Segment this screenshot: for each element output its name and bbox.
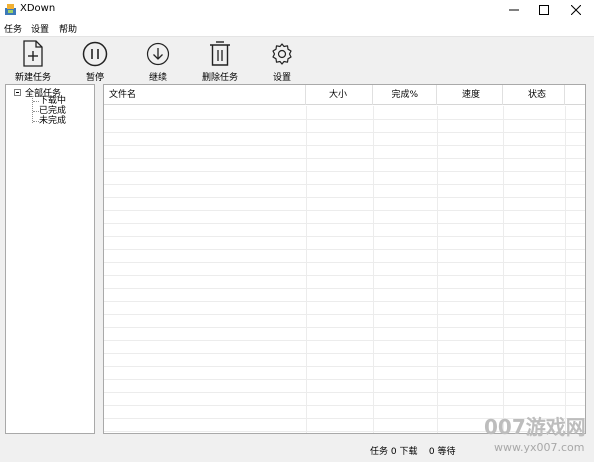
- grid-line: [104, 158, 585, 159]
- gear-icon: [268, 39, 296, 68]
- download-circle-icon: [144, 39, 172, 68]
- grid-line: [104, 327, 585, 328]
- list-rows: [104, 106, 585, 433]
- maximize-button[interactable]: [526, 0, 562, 19]
- settings-label: 设置: [272, 73, 291, 83]
- column-header-filename[interactable]: 文件名: [104, 85, 306, 105]
- new-task-label: 新建任务: [14, 73, 51, 83]
- grid-line: [104, 301, 585, 302]
- grid-line: [104, 119, 585, 120]
- task-list: 文件名 大小 完成% 速度 状态: [103, 84, 586, 434]
- menu-bar: 任务 设置 帮助: [0, 19, 594, 36]
- pause-label: 暂停: [85, 73, 104, 83]
- column-header-speed[interactable]: 速度: [437, 85, 503, 105]
- status-text: 任务 0 下载 0 等待: [370, 447, 456, 457]
- tree-item-completed[interactable]: 已完成: [39, 106, 66, 116]
- close-button[interactable]: [558, 0, 594, 19]
- resume-label: 继续: [148, 73, 167, 83]
- column-divider: [306, 106, 307, 433]
- collapse-toggle[interactable]: [14, 89, 21, 96]
- column-header-size[interactable]: 大小: [306, 85, 373, 105]
- column-divider: [373, 106, 374, 433]
- task-tree: 全部任务 下载中 已完成 未完成: [5, 84, 95, 434]
- grid-line: [104, 353, 585, 354]
- maximize-icon: [539, 4, 549, 15]
- grid-line: [104, 366, 585, 367]
- menu-settings[interactable]: 设置: [31, 22, 49, 35]
- delete-task-label: 删除任务: [201, 73, 238, 83]
- pause-circle-icon: [81, 39, 109, 68]
- resume-button[interactable]: 继续: [141, 37, 175, 83]
- column-header-progress[interactable]: 完成%: [373, 85, 437, 105]
- window-title: XDown: [20, 3, 56, 14]
- grid-line: [104, 223, 585, 224]
- tree-item-incomplete[interactable]: 未完成: [39, 116, 66, 126]
- menu-help[interactable]: 帮助: [59, 22, 77, 35]
- trash-icon: [206, 39, 234, 68]
- settings-button[interactable]: 设置: [265, 37, 299, 83]
- list-header: 文件名 大小 完成% 速度 状态: [104, 85, 585, 105]
- menu-task[interactable]: 任务: [4, 22, 22, 35]
- file-plus-icon: [19, 39, 47, 68]
- grid-line: [104, 145, 585, 146]
- grid-line: [104, 405, 585, 406]
- grid-line: [104, 171, 585, 172]
- minimize-icon: [509, 9, 519, 10]
- close-icon: [571, 4, 581, 15]
- grid-line: [104, 392, 585, 393]
- watermark: 007游戏网: [484, 415, 586, 439]
- grid-line: [104, 379, 585, 380]
- column-divider: [437, 106, 438, 433]
- grid-line: [104, 132, 585, 133]
- grid-line: [104, 236, 585, 237]
- grid-line: [104, 249, 585, 250]
- app-icon: [5, 4, 16, 15]
- new-task-button[interactable]: 新建任务: [12, 37, 54, 83]
- grid-line: [104, 184, 585, 185]
- grid-line: [104, 288, 585, 289]
- column-header-filler: [565, 85, 585, 105]
- grid-line: [104, 262, 585, 263]
- grid-line: [104, 210, 585, 211]
- tree-item-downloading[interactable]: 下载中: [39, 96, 66, 106]
- column-header-status[interactable]: 状态: [503, 85, 565, 105]
- grid-line: [104, 340, 585, 341]
- grid-line: [104, 197, 585, 198]
- column-divider: [503, 106, 504, 433]
- pause-button[interactable]: 暂停: [78, 37, 112, 83]
- grid-line: [104, 314, 585, 315]
- grid-line: [104, 275, 585, 276]
- toolbar: 新建任务 暂停 继续 删除任务 设置: [0, 36, 594, 83]
- watermark-url: www.yx007.com: [494, 441, 585, 454]
- delete-task-button[interactable]: 删除任务: [198, 37, 242, 83]
- title-bar: XDown: [0, 0, 594, 19]
- column-divider: [565, 106, 566, 433]
